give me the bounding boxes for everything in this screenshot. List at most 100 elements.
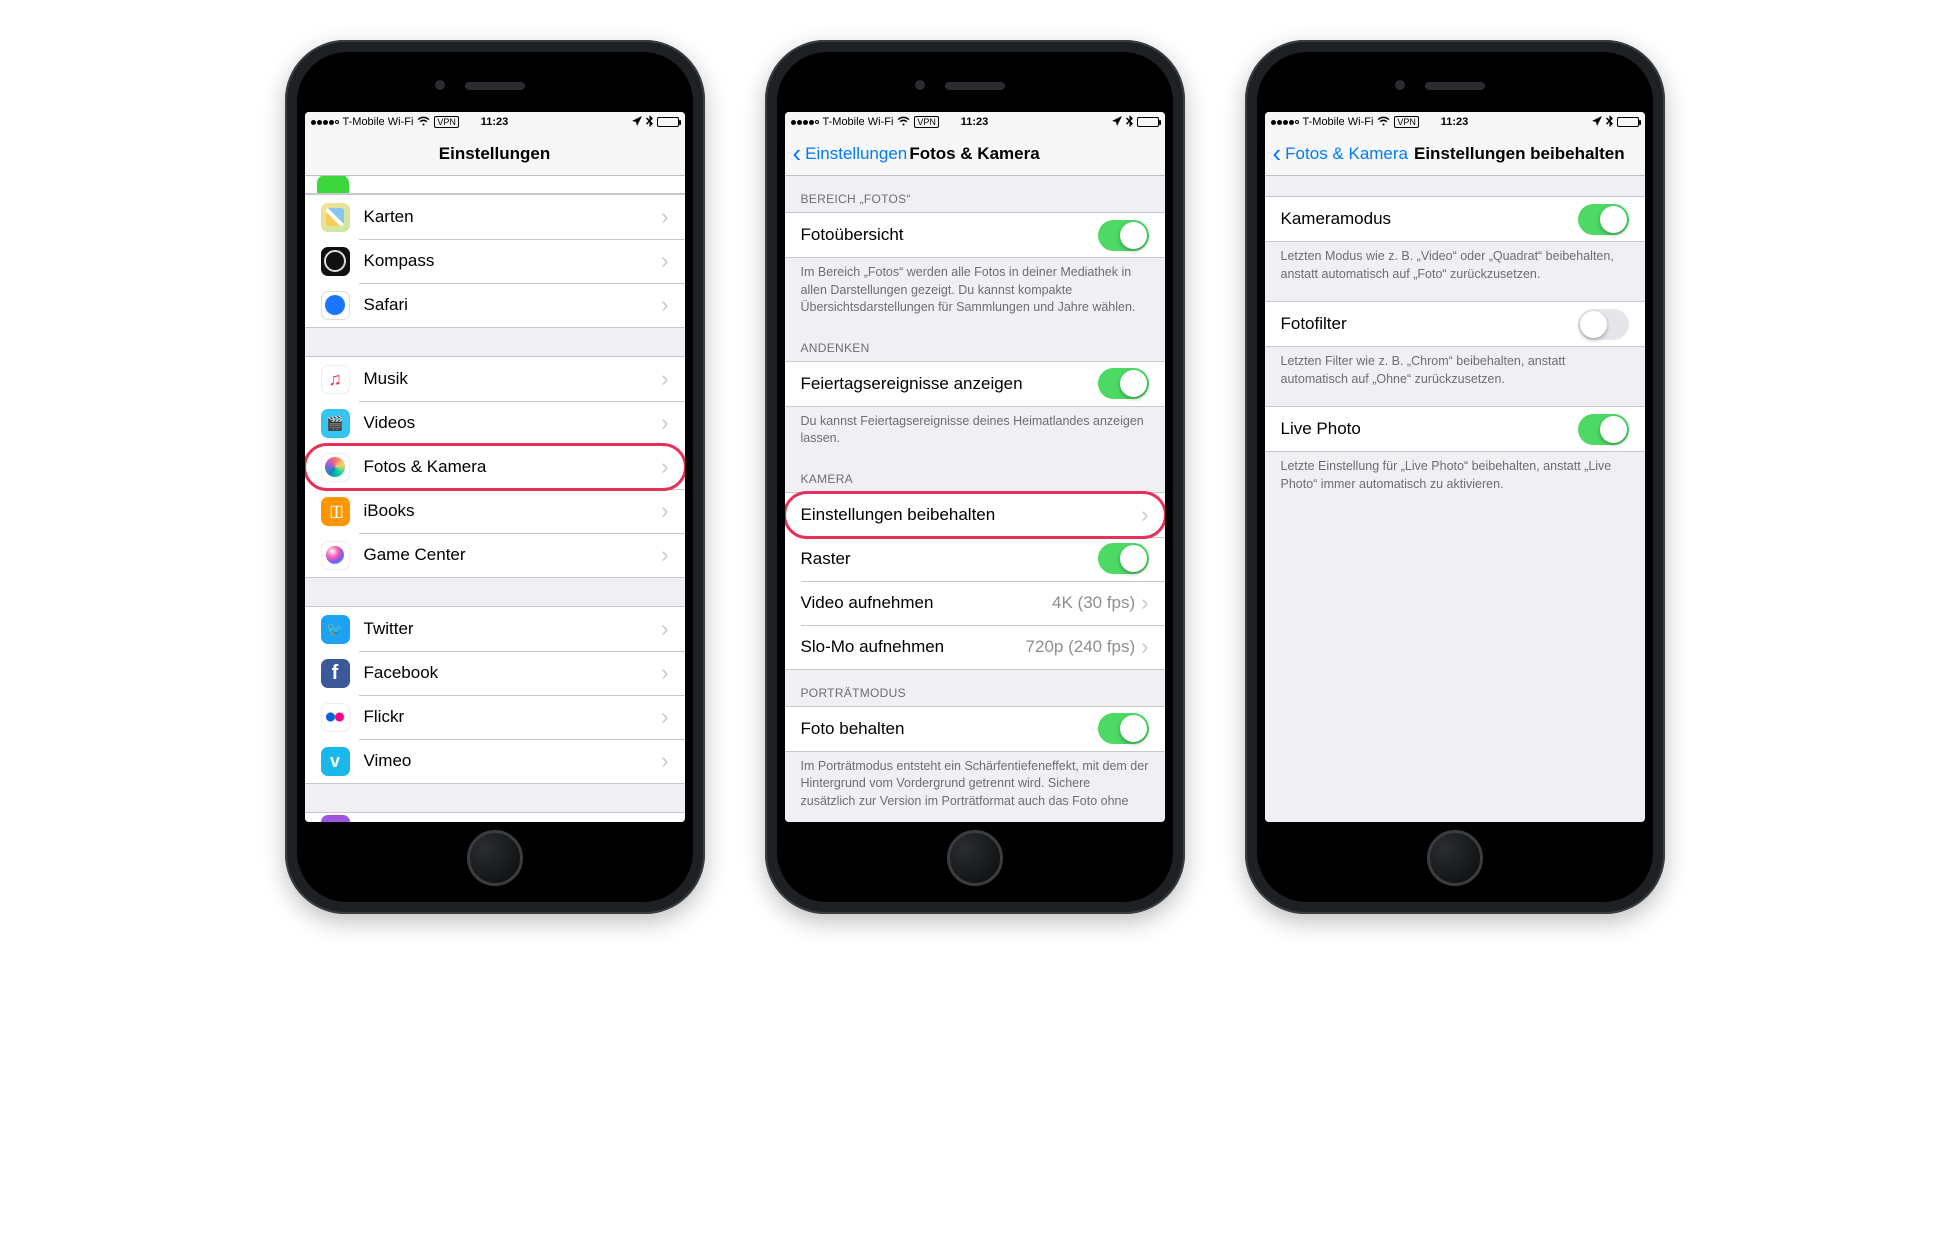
ic-videos-icon	[321, 409, 350, 438]
status-bar: T-Mobile Wi-Fi VPN 11:23	[305, 112, 685, 132]
chevron-right-icon	[661, 662, 668, 684]
toggle-switch[interactable]	[1098, 543, 1149, 574]
section-header: BEREICH „FOTOS“	[785, 176, 1165, 212]
row-label: Fotoübersicht	[801, 225, 1098, 245]
battery-icon	[1137, 117, 1159, 127]
location-icon	[1592, 116, 1602, 129]
back-button[interactable]: ‹ Fotos & Kamera	[1273, 144, 1409, 164]
section-footer: Letzte Einstellung für „Live Photo“ beib…	[1265, 452, 1645, 501]
row-label: Fotos & Kamera	[364, 457, 662, 477]
row-label: Slo-Mo aufnehmen	[801, 637, 1026, 657]
ic-vimeo-icon	[321, 747, 350, 776]
toggle-switch[interactable]	[1578, 414, 1629, 445]
vpn-badge: VPN	[434, 116, 459, 128]
section-footer: Du kannst Feiertagsereignisse deines Hei…	[785, 407, 1165, 456]
chevron-right-icon	[661, 368, 668, 390]
toggle-switch[interactable]	[1578, 204, 1629, 235]
nav-bar: ‹ Einstellungen Fotos & Kamera	[785, 132, 1165, 176]
row-kompass[interactable]: Kompass	[305, 239, 685, 283]
row-livephoto[interactable]: Live Photo	[1265, 407, 1645, 451]
row-label: Feiertagsereignisse anzeigen	[801, 374, 1098, 394]
back-button[interactable]: ‹ Einstellungen	[793, 144, 908, 164]
status-bar: T-Mobile Wi-Fi VPN 11:23	[785, 112, 1165, 132]
phone-1: T-Mobile Wi-Fi VPN 11:23	[285, 40, 705, 914]
home-button[interactable]	[1427, 830, 1483, 886]
app-icon	[321, 815, 350, 822]
signal-dots-icon	[1271, 120, 1299, 125]
chevron-right-icon	[661, 706, 668, 728]
row-fotofilter[interactable]: Fotofilter	[1265, 302, 1645, 346]
row-musik[interactable]: Musik	[305, 357, 685, 401]
ic-facebook-icon	[321, 659, 350, 688]
ic-flickr-icon	[321, 703, 350, 732]
nav-bar: ‹ Fotos & Kamera Einstellungen beibehalt…	[1265, 132, 1645, 176]
chevron-right-icon	[661, 456, 668, 478]
section-footer: Letzten Filter wie z. B. „Chrom“ beibeha…	[1265, 347, 1645, 396]
ic-compass-icon	[321, 247, 350, 276]
ic-safari-icon	[321, 291, 350, 320]
signal-dots-icon	[311, 120, 339, 125]
location-icon	[632, 116, 642, 129]
row-einstellungen-beibehalten[interactable]: Einstellungen beibehalten	[785, 493, 1165, 537]
row-facebook[interactable]: Facebook	[305, 651, 685, 695]
row-feiertagsereignisse[interactable]: Feiertagsereignisse anzeigen	[785, 362, 1165, 406]
row-kameramodus[interactable]: Kameramodus	[1265, 197, 1645, 241]
settings-list[interactable]: Karten Kompass Safari Musik Videos Fotos & Ka…	[305, 176, 685, 822]
row-videos[interactable]: Videos	[305, 401, 685, 445]
toggle-switch[interactable]	[1578, 309, 1629, 340]
row-twitter[interactable]: Twitter	[305, 607, 685, 651]
chevron-right-icon	[661, 750, 668, 772]
row-label: Live Photo	[1281, 419, 1578, 439]
bluetooth-icon	[1606, 115, 1613, 130]
row-slomo[interactable]: Slo-Mo aufnehmen720p (240 fps)	[785, 625, 1165, 669]
ic-gc-icon	[321, 541, 350, 570]
row-fotouebersicht[interactable]: Fotoübersicht	[785, 213, 1165, 257]
row-safari[interactable]: Safari	[305, 283, 685, 327]
signal-dots-icon	[791, 120, 819, 125]
toggle-switch[interactable]	[1098, 220, 1149, 251]
table-row[interactable]	[305, 813, 685, 822]
row-karten[interactable]: Karten	[305, 195, 685, 239]
row-label: Facebook	[364, 663, 662, 683]
row-label: Game Center	[364, 545, 662, 565]
back-label: Einstellungen	[805, 144, 907, 164]
settings-list[interactable]: BEREICH „FOTOS“ Fotoübersicht Im Bereich „…	[785, 176, 1165, 822]
chevron-left-icon: ‹	[793, 146, 802, 162]
chevron-right-icon	[1141, 504, 1148, 526]
row-label: Kompass	[364, 251, 662, 271]
row-gamecenter[interactable]: Game Center	[305, 533, 685, 577]
home-button[interactable]	[467, 830, 523, 886]
wifi-icon	[417, 116, 430, 129]
row-flickr[interactable]: Flickr	[305, 695, 685, 739]
home-button[interactable]	[947, 830, 1003, 886]
chevron-right-icon	[1141, 592, 1148, 614]
row-foto-behalten[interactable]: Foto behalten	[785, 707, 1165, 751]
carrier-label: T-Mobile Wi-Fi	[823, 116, 894, 128]
row-vimeo[interactable]: Vimeo	[305, 739, 685, 783]
row-label: Karten	[364, 207, 662, 227]
section-footer: Im Bereich „Fotos“ werden alle Fotos in …	[785, 258, 1165, 325]
chevron-left-icon: ‹	[1273, 146, 1282, 162]
chevron-right-icon	[661, 544, 668, 566]
row-label: Videos	[364, 413, 662, 433]
ic-photos-icon	[321, 453, 350, 482]
row-fotos[interactable]: Fotos & Kamera	[305, 445, 685, 489]
row-video[interactable]: Video aufnehmen4K (30 fps)	[785, 581, 1165, 625]
toggle-switch[interactable]	[1098, 368, 1149, 399]
vpn-badge: VPN	[1394, 116, 1419, 128]
row-detail: 4K (30 fps)	[1052, 593, 1135, 613]
chevron-right-icon	[661, 618, 668, 640]
settings-list[interactable]: KameramodusLetzten Modus wie z. B. „Vide…	[1265, 176, 1645, 822]
phone-3: T-Mobile Wi-Fi VPN 11:23 ‹ Fotos & Kamer…	[1245, 40, 1665, 914]
nav-title: Fotos & Kamera	[909, 144, 1039, 164]
phone-2: T-Mobile Wi-Fi VPN 11:23 ‹ Einstellungen…	[765, 40, 1185, 914]
row-label: Vimeo	[364, 751, 662, 771]
location-icon	[1112, 116, 1122, 129]
row-label: Kameramodus	[1281, 209, 1578, 229]
row-label: Fotofilter	[1281, 314, 1578, 334]
section-header: PORTRÄTMODUS	[785, 670, 1165, 706]
row-ibooks[interactable]: iBooks	[305, 489, 685, 533]
row-raster[interactable]: Raster	[785, 537, 1165, 581]
toggle-switch[interactable]	[1098, 713, 1149, 744]
chevron-right-icon	[661, 294, 668, 316]
